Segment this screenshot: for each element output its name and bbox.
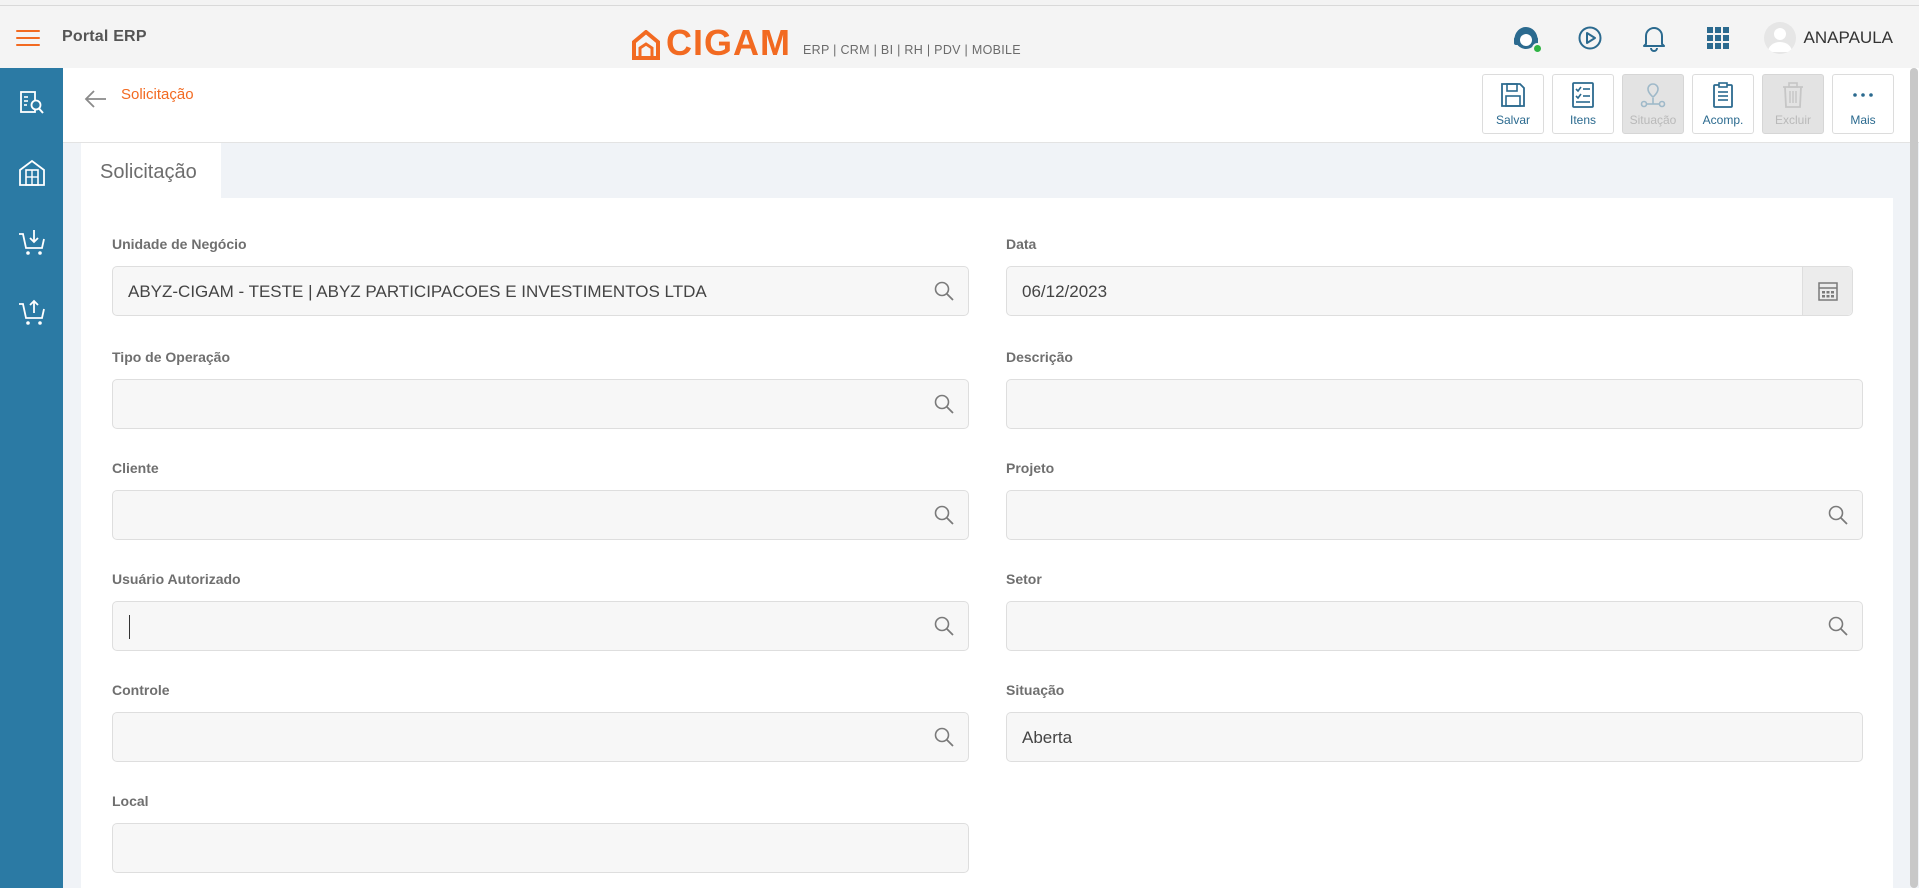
items-button[interactable]: Itens xyxy=(1552,74,1614,134)
sidenav-item-purchase[interactable] xyxy=(0,208,63,278)
play-icon[interactable] xyxy=(1570,18,1610,58)
descricao-field[interactable] xyxy=(1006,379,1863,429)
cart-download-icon xyxy=(18,230,45,255)
search-icon[interactable] xyxy=(1826,503,1850,527)
usuario-autorizado-field[interactable] xyxy=(112,601,969,651)
support-headset-icon[interactable] xyxy=(1506,18,1546,58)
status-button[interactable]: Situação xyxy=(1622,74,1684,134)
sidenav-item-company[interactable] xyxy=(0,138,63,208)
cliente-label: Cliente xyxy=(112,460,159,476)
data-label: Data xyxy=(1006,236,1037,252)
sidenav-item-sales[interactable] xyxy=(0,278,63,348)
unidade-label: Unidade de Negócio xyxy=(112,236,247,252)
vertical-scrollbar[interactable] xyxy=(1909,68,1919,888)
unidade-field[interactable]: ABYZ-CIGAM - TESTE | ABYZ PARTICIPACOES … xyxy=(112,266,969,316)
logo-text: CIGAM xyxy=(666,22,791,63)
search-icon[interactable] xyxy=(932,503,956,527)
situacao-field[interactable]: Aberta xyxy=(1006,712,1863,762)
cigam-logo: CIGAM ERP | CRM | BI | RH | PDV | MOBILE xyxy=(632,20,1021,63)
follow-up-button-label: Acomp. xyxy=(1702,113,1744,127)
data-field[interactable]: 06/12/2023 xyxy=(1006,266,1853,316)
search-icon[interactable] xyxy=(1826,614,1850,638)
calendar-icon[interactable] xyxy=(1802,267,1852,315)
trash-icon xyxy=(1783,82,1803,108)
unidade-value: ABYZ-CIGAM - TESTE | ABYZ PARTICIPACOES … xyxy=(128,282,707,301)
projeto-label: Projeto xyxy=(1006,460,1055,476)
more-icon xyxy=(1853,93,1873,97)
local-label: Local xyxy=(112,793,149,809)
tab-solicitacao[interactable]: Solicitação xyxy=(81,143,221,198)
cart-upload-icon xyxy=(18,299,45,325)
situacao-label: Situação xyxy=(1006,682,1065,698)
delete-button-label: Excluir xyxy=(1774,113,1811,127)
user-avatar-icon xyxy=(1763,21,1796,54)
local-field[interactable] xyxy=(112,823,969,873)
logo-tagline: ERP | CRM | BI | RH | PDV | MOBILE xyxy=(803,43,1021,57)
bell-icon[interactable] xyxy=(1634,18,1674,58)
checklist-icon xyxy=(1572,82,1594,108)
sidenav-item-reports[interactable] xyxy=(0,68,63,138)
delete-button[interactable]: Excluir xyxy=(1762,74,1824,134)
online-status-dot xyxy=(1531,42,1543,54)
search-icon[interactable] xyxy=(932,614,956,638)
form-panel: Unidade de Negócio ABYZ-CIGAM - TESTE | … xyxy=(81,198,1893,888)
breadcrumb[interactable]: Solicitação xyxy=(121,86,194,103)
workflow-icon xyxy=(1640,83,1666,108)
report-search-icon xyxy=(19,91,44,114)
hamburger-menu-icon[interactable] xyxy=(16,30,40,48)
action-toolbar: Salvar Itens Situação Acomp. Excluir Mai… xyxy=(1474,74,1894,134)
top-header: Portal ERP CIGAM ERP | CRM | BI | RH | P… xyxy=(0,5,1919,68)
more-button[interactable]: Mais xyxy=(1832,74,1894,134)
page-header: Solicitação Salvar Itens Situação Acomp.… xyxy=(63,68,1919,143)
situacao-value: Aberta xyxy=(1022,728,1073,747)
tipo-operacao-label: Tipo de Operação xyxy=(112,349,230,365)
projeto-field[interactable] xyxy=(1006,490,1863,540)
search-icon[interactable] xyxy=(932,392,956,416)
search-icon[interactable] xyxy=(932,279,956,303)
usuario-autorizado-label: Usuário Autorizado xyxy=(112,571,241,587)
apps-grid-icon[interactable] xyxy=(1698,18,1738,58)
follow-up-button[interactable]: Acomp. xyxy=(1692,74,1754,134)
more-button-label: Mais xyxy=(1850,113,1876,127)
user-name: ANAPAULA xyxy=(1803,27,1893,47)
user-menu[interactable]: ANAPAULA xyxy=(1763,21,1893,54)
back-arrow-icon[interactable] xyxy=(81,84,111,114)
save-button-label: Salvar xyxy=(1495,113,1530,127)
cliente-field[interactable] xyxy=(112,490,969,540)
tipo-operacao-field[interactable] xyxy=(112,379,969,429)
save-icon xyxy=(1501,83,1525,107)
main-content: Solicitação Unidade de Negócio ABYZ-CIGA… xyxy=(63,143,1919,888)
save-button[interactable]: Salvar xyxy=(1482,74,1544,134)
clipboard-icon xyxy=(1713,82,1733,108)
data-value: 06/12/2023 xyxy=(1022,282,1108,301)
controle-field[interactable] xyxy=(112,712,969,762)
search-icon[interactable] xyxy=(932,725,956,749)
building-icon xyxy=(18,159,45,186)
cigam-logo-icon xyxy=(632,30,660,60)
items-button-label: Itens xyxy=(1569,113,1596,127)
side-navigation xyxy=(0,68,63,888)
descricao-label: Descrição xyxy=(1006,349,1073,365)
setor-field[interactable] xyxy=(1006,601,1863,651)
controle-label: Controle xyxy=(112,682,170,698)
app-title: Portal ERP xyxy=(62,28,147,45)
scrollbar-thumb[interactable] xyxy=(1910,68,1918,888)
setor-label: Setor xyxy=(1006,571,1042,587)
status-button-label: Situação xyxy=(1629,113,1677,127)
text-cursor xyxy=(129,615,130,639)
